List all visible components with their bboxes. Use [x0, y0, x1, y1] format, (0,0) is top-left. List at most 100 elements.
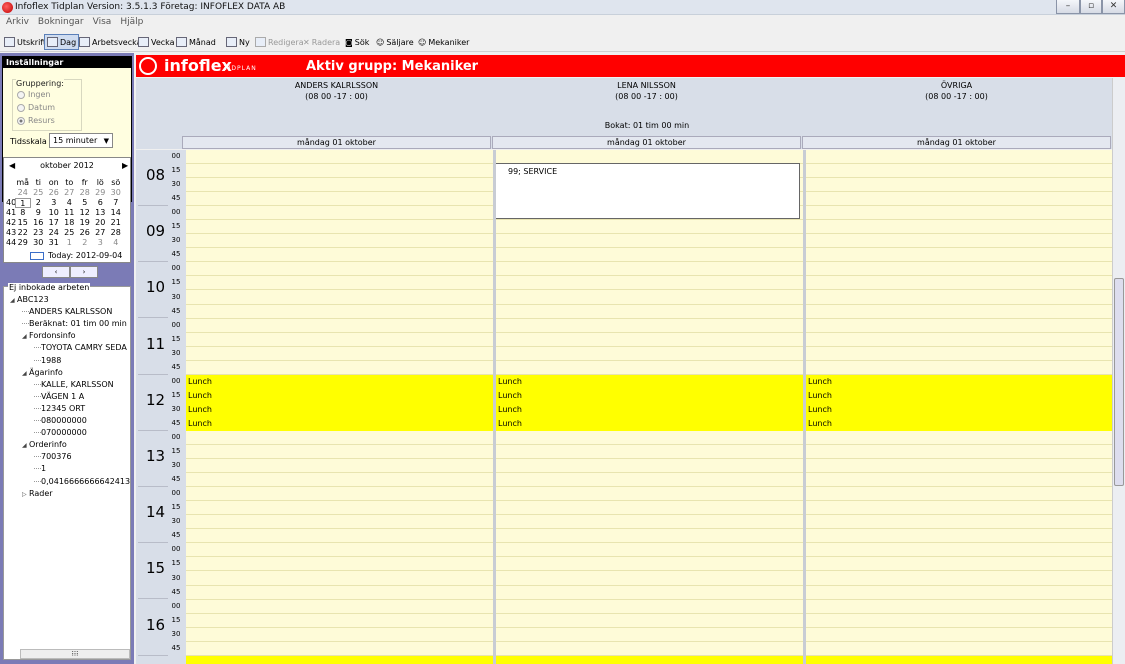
calendar-day[interactable]: 27: [93, 228, 109, 238]
scroll-right-button[interactable]: ›: [70, 266, 98, 278]
time-slot[interactable]: [186, 557, 493, 572]
calendar-day[interactable]: 24: [46, 228, 62, 238]
time-slot[interactable]: [806, 614, 1112, 628]
tree-expander-icon[interactable]: [34, 428, 41, 434]
tree-expander-icon[interactable]: ◢: [10, 297, 17, 304]
lunch-block[interactable]: Lunch: [186, 402, 493, 417]
time-slot[interactable]: [186, 473, 493, 488]
time-slot[interactable]: [496, 248, 803, 263]
radio-resurs[interactable]: Resurs: [17, 116, 55, 125]
calendar-day[interactable]: 25: [62, 228, 78, 238]
scroll-left-button[interactable]: ‹: [42, 266, 70, 278]
time-slot[interactable]: [186, 291, 493, 305]
tree-expander-icon[interactable]: [34, 416, 41, 421]
time-slot[interactable]: [186, 347, 493, 361]
time-slot[interactable]: [186, 515, 493, 530]
time-slot[interactable]: [806, 192, 1112, 207]
minimize-button[interactable]: –: [1056, 0, 1080, 14]
menu-arkiv[interactable]: Arkiv: [0, 15, 32, 27]
time-slot[interactable]: [496, 319, 803, 333]
time-slot[interactable]: [496, 473, 803, 488]
time-slot[interactable]: [496, 487, 803, 502]
time-slot[interactable]: [806, 276, 1112, 291]
tree-expander-icon[interactable]: [34, 392, 41, 397]
lunch-block[interactable]: Lunch: [806, 416, 1112, 431]
time-slot[interactable]: [806, 333, 1112, 347]
time-slot[interactable]: [496, 543, 803, 558]
lunch-block[interactable]: Lunch: [186, 416, 493, 431]
calendar-day[interactable]: 17: [46, 218, 62, 228]
time-slot[interactable]: [496, 333, 803, 347]
lunch-block[interactable]: Lunch: [496, 416, 803, 431]
time-slot[interactable]: [496, 515, 803, 530]
tree-node[interactable]: ◢ Ägarinfo: [22, 368, 63, 377]
tree-node[interactable]: TOYOTA CAMRY SEDA: [34, 343, 127, 352]
calendar-day[interactable]: 29: [15, 238, 31, 248]
time-slot[interactable]: [496, 276, 803, 291]
calendar-day[interactable]: 28: [77, 188, 93, 198]
calendar-day[interactable]: 30: [31, 238, 47, 248]
calendar-day[interactable]: 6: [93, 198, 109, 208]
tree-node[interactable]: Beräknat: 01 tim 00 min: [22, 319, 127, 328]
time-slot[interactable]: [186, 178, 493, 193]
time-slot[interactable]: [806, 459, 1112, 474]
calendar-day[interactable]: 9: [31, 208, 47, 218]
time-slot[interactable]: [496, 614, 803, 628]
tree-node[interactable]: ◢ Orderinfo: [22, 440, 67, 449]
calendar-day[interactable]: 16: [31, 218, 47, 228]
tree-node[interactable]: 1: [34, 464, 46, 473]
tree-node[interactable]: 0,0416666666642413: [34, 477, 130, 486]
time-slot[interactable]: [806, 642, 1112, 656]
calendar-day[interactable]: 11: [62, 208, 78, 218]
time-slot[interactable]: [186, 361, 493, 375]
calendar-day[interactable]: 10: [46, 208, 62, 218]
time-slot[interactable]: [806, 262, 1112, 277]
calendar-day[interactable]: 24: [15, 188, 31, 198]
time-slot[interactable]: [496, 557, 803, 572]
today-link[interactable]: Today: 2012-09-04: [30, 251, 122, 260]
time-slot[interactable]: [186, 600, 493, 614]
time-slot[interactable]: [806, 248, 1112, 263]
calendar-day[interactable]: 20: [93, 218, 109, 228]
tree-node[interactable]: KALLE, KARLSSON: [34, 380, 114, 389]
calendar-day[interactable]: 8: [15, 208, 31, 218]
ny-button[interactable]: Ny: [224, 34, 252, 50]
tree-node[interactable]: 700376: [34, 452, 72, 461]
time-slot[interactable]: [496, 431, 803, 445]
calendar-day[interactable]: 29: [93, 188, 109, 198]
time-slot[interactable]: [806, 557, 1112, 572]
calendar-day[interactable]: 23: [31, 228, 47, 238]
menu-bokningar[interactable]: Bokningar: [32, 15, 87, 27]
lunch-block[interactable]: Lunch: [186, 388, 493, 403]
time-slot[interactable]: [496, 459, 803, 474]
calendar-day[interactable]: 22: [15, 228, 31, 238]
saljare-button[interactable]: ☺ Säljare: [374, 34, 416, 50]
time-slot[interactable]: [186, 487, 493, 502]
calendar-day[interactable]: 12: [77, 208, 93, 218]
time-slot[interactable]: [806, 600, 1112, 614]
time-slot[interactable]: [186, 333, 493, 347]
tree-expander-icon[interactable]: [34, 404, 41, 409]
calendar-day[interactable]: 2: [31, 198, 47, 208]
time-slot[interactable]: [496, 529, 803, 544]
vertical-scrollbar[interactable]: [1112, 78, 1125, 664]
radio-ingen[interactable]: Ingen: [17, 90, 51, 99]
resource-column[interactable]: Lunch Lunch Lunch Lunch 99; SERVICE: [493, 150, 803, 664]
menu-hjalp[interactable]: Hjälp: [114, 15, 146, 27]
time-slot[interactable]: [806, 319, 1112, 333]
calendar-day[interactable]: 21: [108, 218, 124, 228]
time-slot[interactable]: [186, 262, 493, 277]
time-slot[interactable]: [806, 529, 1112, 544]
tree-expander-icon[interactable]: [34, 356, 41, 361]
tree-node[interactable]: 070000000: [34, 428, 87, 437]
resource-column[interactable]: Lunch Lunch Lunch Lunch: [806, 150, 1112, 664]
time-slot[interactable]: [186, 543, 493, 558]
time-slot[interactable]: [496, 220, 803, 235]
calendar-day[interactable]: 4: [62, 198, 78, 208]
resource-column-header[interactable]: LENA NILSSON (08 00 -17 : 00): [492, 80, 801, 102]
time-slot[interactable]: [806, 347, 1112, 361]
time-slot[interactable]: [496, 501, 803, 516]
time-slot[interactable]: [186, 150, 493, 164]
time-slot[interactable]: [496, 600, 803, 614]
lunch-block[interactable]: Lunch: [496, 402, 803, 417]
